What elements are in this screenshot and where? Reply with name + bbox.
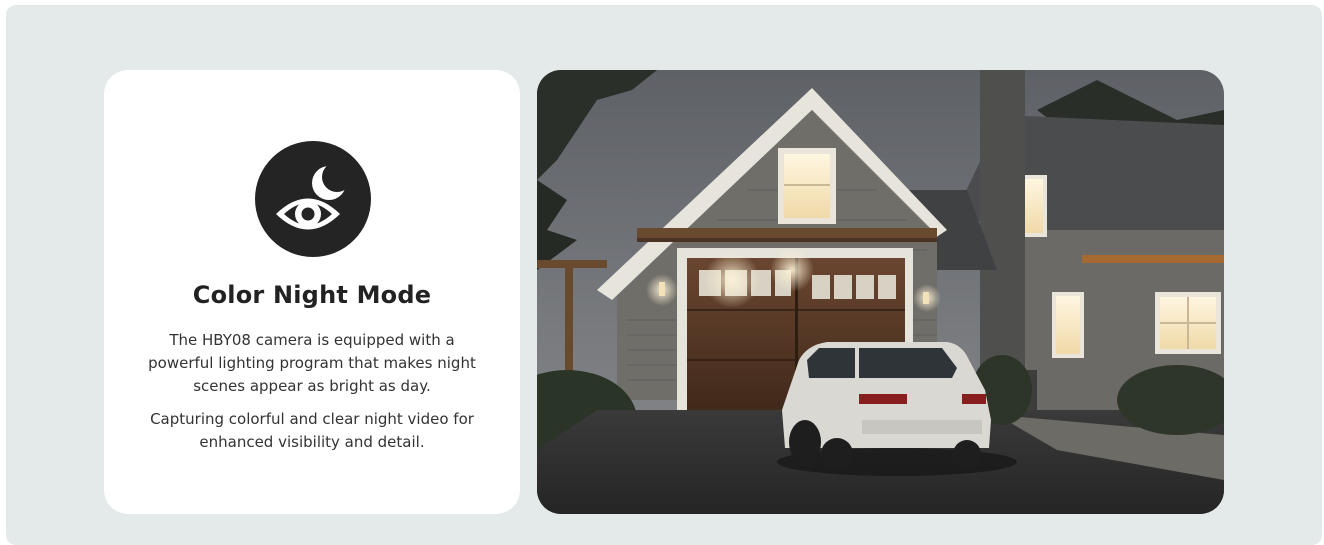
night-vision-eye-moon-icon bbox=[255, 141, 371, 257]
feature-description-2: Capturing colorful and clear night video… bbox=[150, 410, 474, 451]
feature-card: Color Night Mode The HBY08 camera is equ… bbox=[104, 70, 520, 514]
house-night-photo bbox=[537, 70, 1224, 514]
feature-title: Color Night Mode bbox=[192, 281, 432, 309]
feature-description-1: The HBY08 camera is equipped with a powe… bbox=[148, 331, 476, 395]
